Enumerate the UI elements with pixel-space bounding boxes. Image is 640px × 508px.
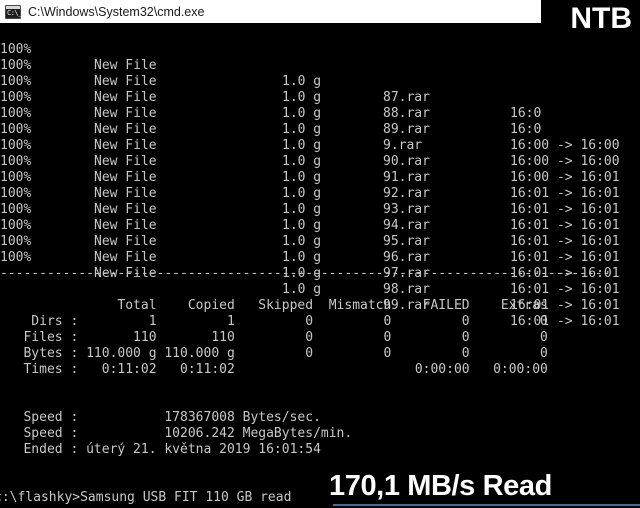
file-size: 1.0 g: [282, 282, 322, 297]
file-name: 96.rar: [383, 250, 430, 265]
file-row: 100% New File 1.0 g 99.rar 16:01 -> 16:0…: [0, 234, 640, 329]
file-status: New File: [94, 250, 157, 265]
speed-megabytes-row: Speed : 10206.242 MegaBytes/min.: [0, 426, 353, 441]
summary-row-dirs: Dirs : 1 1 0 0 0 0: [0, 314, 548, 329]
bottom-accent-rule: [333, 504, 640, 506]
summary-header-row: Total Copied Skipped Mismatch FAILED Ext…: [0, 298, 548, 313]
file-row: 100% New File 1.0 g 97.rar 16:01 -> 16:0…: [0, 202, 640, 297]
file-time: 16:01 -> 16:01: [510, 250, 620, 265]
file-time: 16:01 -> 16:01: [510, 282, 620, 297]
file-row: 100% New File 1.0 g 90.rar 16:00 -> 16:0…: [0, 90, 640, 185]
speed-bytes-row: Speed : 178367008 Bytes/sec.: [0, 410, 321, 425]
screenshot-root: C:\_ C:\Windows\System32\cmd.exe 100% Ne…: [0, 0, 640, 508]
file-row: 100% New File 1.0 g 95.rar 16:01 -> 16:0…: [0, 170, 640, 265]
file-row: 100% New File 1.0 g 89.rar 16:00 -> 16:0…: [0, 58, 640, 153]
file-row: 100% New File 1.0 g 94.rar 16:01 -> 16:0…: [0, 154, 640, 249]
file-row: 100% New File 1.0 g 98.rar 16:01 -> 16:0…: [0, 218, 640, 313]
console-output[interactable]: 100% New File 1.0 g 87.rar 16:0 100% New…: [0, 23, 640, 508]
ended-row: Ended : úterý 21. května 2019 16:01:54: [0, 442, 321, 457]
summary-row-times: Times : 0:11:02 0:11:02 0:00:00 0:00:00: [0, 362, 548, 377]
cmd-console-icon: C:\_: [5, 4, 22, 19]
file-name: 98.rar: [383, 282, 430, 297]
file-row: 100% New File 1.0 g 92.rar 16:01 -> 16:0…: [0, 122, 640, 217]
window-title: C:\Windows\System32\cmd.exe: [28, 4, 205, 19]
separator-line: ----------------------------------------…: [0, 266, 611, 281]
cmd-icon-glyph: C:\_: [7, 8, 22, 17]
summary-row-files: Files : 110 110 0 0 0 0: [0, 330, 548, 345]
file-row: 100% New File 1.0 g 91.rar 16:01 -> 16:0…: [0, 106, 640, 201]
corner-overlay-label: NTB: [570, 2, 632, 35]
summary-row-bytes: Bytes : 110.000 g 110.000 g 0 0 0 0: [0, 346, 548, 361]
file-size: 1.0 g: [282, 250, 322, 265]
file-percent: 100%: [0, 250, 32, 265]
file-row: 100% New File 1.0 g 96.rar 16:01 -> 16:0…: [0, 186, 640, 281]
file-row: 100% New File 1.0 g 93.rar 16:01 -> 16:0…: [0, 138, 640, 233]
read-speed-overlay-label: 170,1 MB/s Read: [329, 470, 552, 502]
file-row: 100% New File 1.0 g 9.rar 16:00 -> 16:00: [0, 74, 640, 169]
